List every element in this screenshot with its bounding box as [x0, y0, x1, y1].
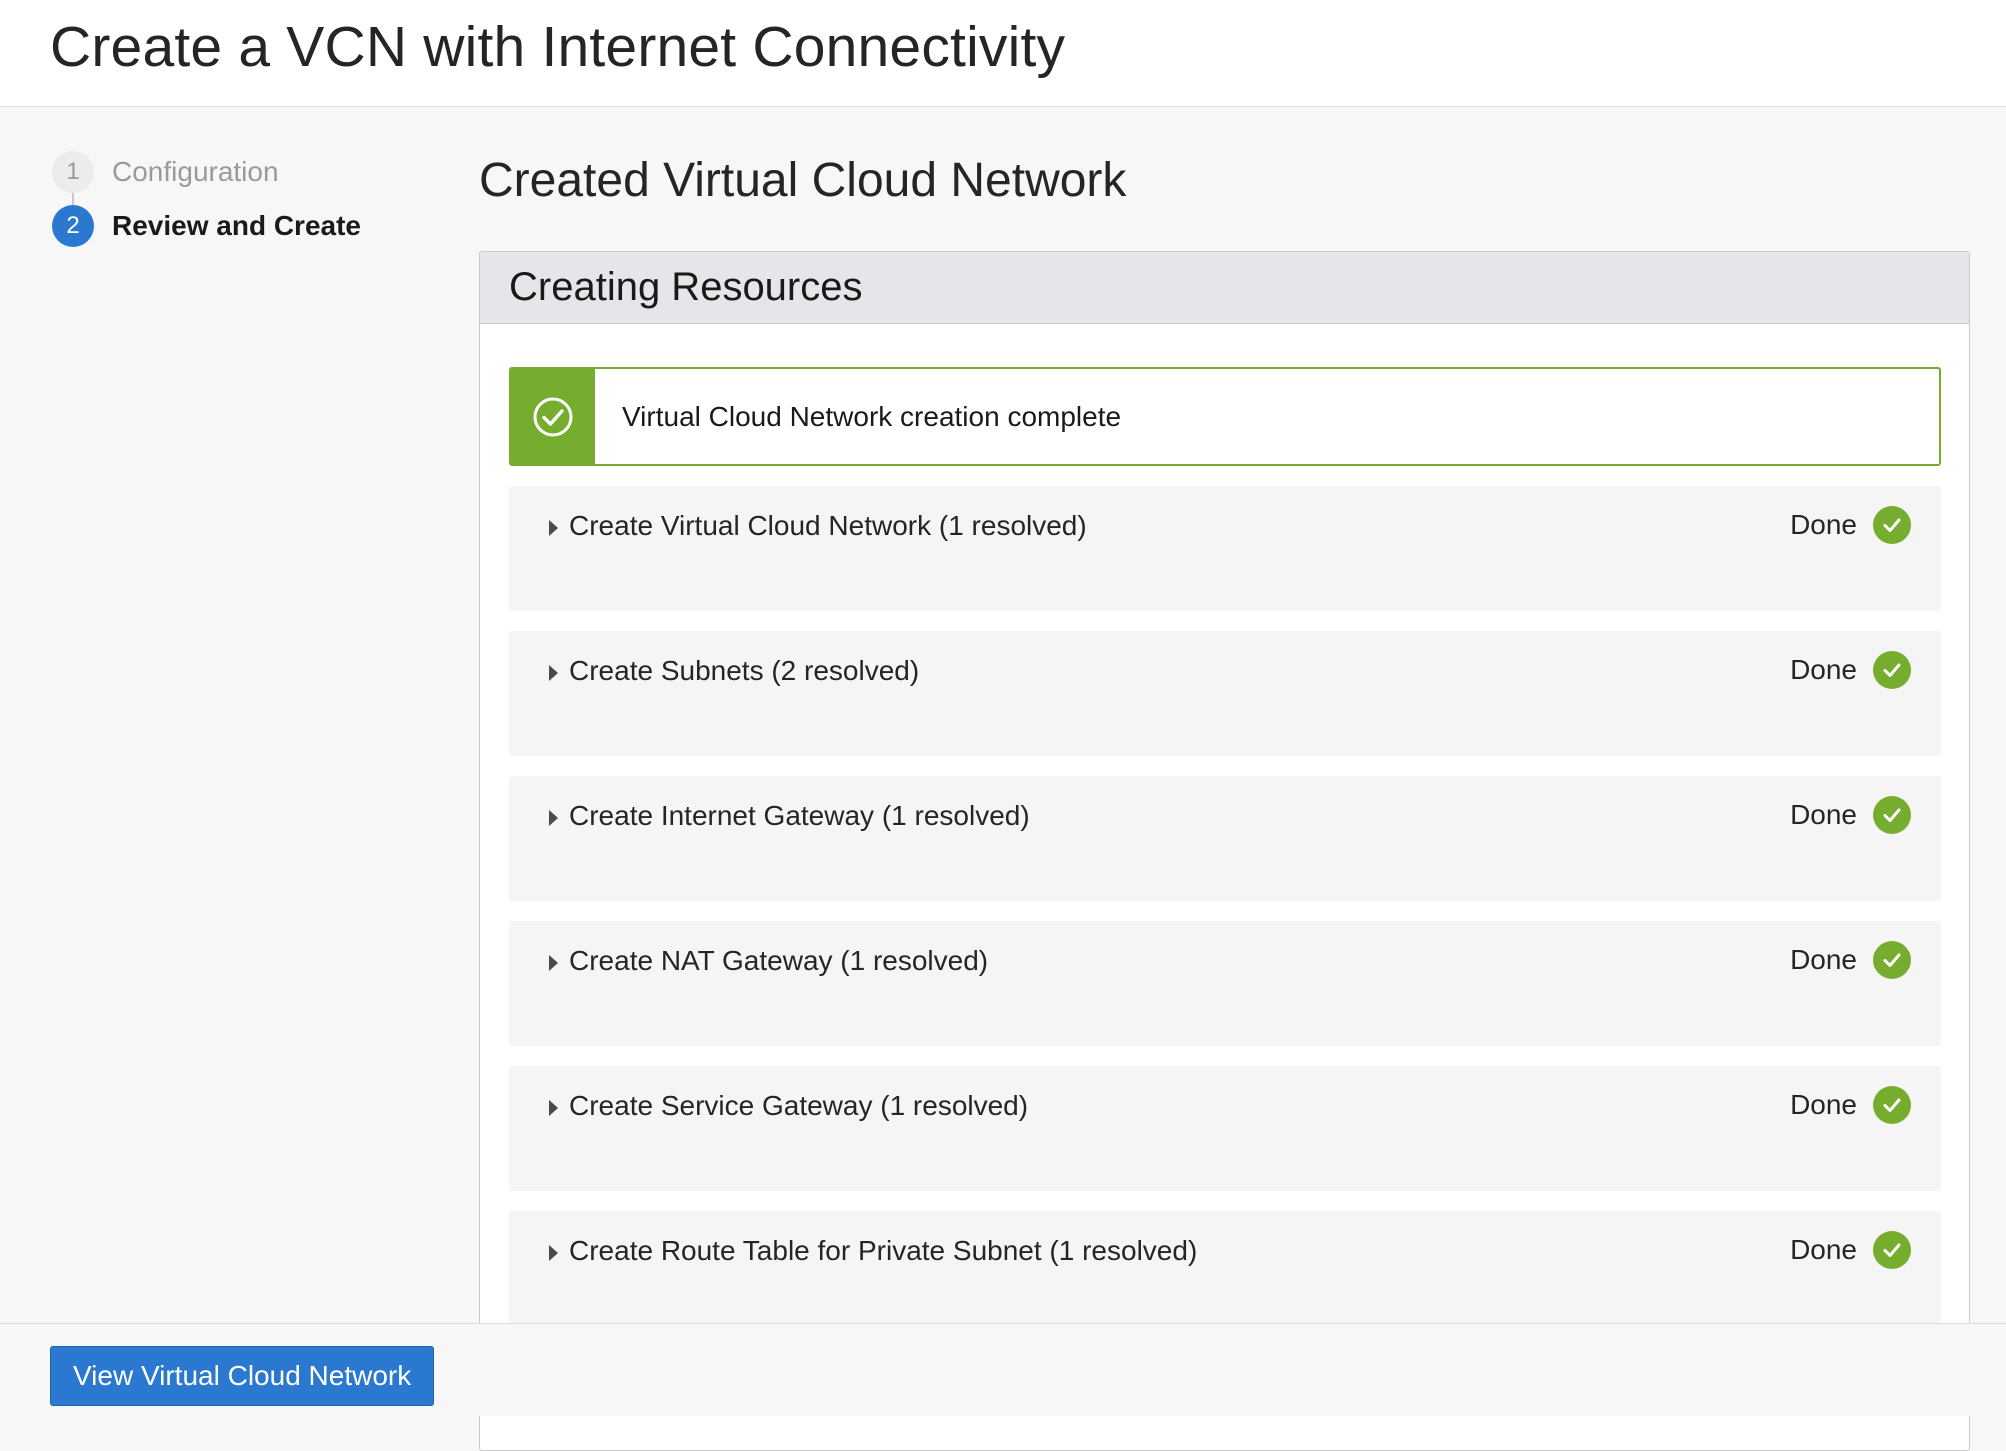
step-label: Configuration [112, 156, 279, 187]
status-text: Done [1790, 1234, 1857, 1265]
page-header: Create a VCN with Internet Connectivity [0, 0, 2006, 107]
task-row[interactable]: Create Subnets (2 resolved) Done [509, 631, 1941, 756]
task-row[interactable]: Create Virtual Cloud Network (1 resolved… [509, 486, 1941, 611]
task-status: Done [1790, 1086, 1911, 1124]
step-number-badge: 1 [52, 151, 94, 193]
creating-resources-panel: Creating Resources Virtual Cloud Network… [479, 251, 1970, 1451]
expand-caret-icon[interactable] [543, 1096, 563, 1120]
page-footer: View Virtual Cloud Network [0, 1323, 2006, 1416]
success-banner: Virtual Cloud Network creation complete [509, 367, 1941, 466]
banner-icon-box [511, 369, 595, 464]
expand-caret-icon[interactable] [543, 516, 563, 540]
status-text: Done [1790, 654, 1857, 685]
task-row[interactable]: Create Route Table for Private Subnet (1… [509, 1211, 1941, 1336]
wizard-stepper: 1 Configuration 2 Review and Create [52, 150, 432, 270]
task-row[interactable]: Create Service Gateway (1 resolved) Done [509, 1066, 1941, 1191]
task-row[interactable]: Create NAT Gateway (1 resolved) Done [509, 921, 1941, 1046]
step-review-and-create[interactable]: 2 Review and Create [52, 204, 361, 248]
task-status: Done [1790, 796, 1911, 834]
task-status: Done [1790, 1231, 1911, 1269]
task-row[interactable]: Create Internet Gateway (1 resolved) Don… [509, 776, 1941, 901]
status-text: Done [1790, 944, 1857, 975]
task-label: Create Virtual Cloud Network (1 resolved… [569, 510, 1087, 541]
check-circle-icon [533, 397, 573, 436]
task-label: Create Route Table for Private Subnet (1… [569, 1235, 1198, 1266]
task-list: Create Virtual Cloud Network (1 resolved… [509, 486, 1941, 1356]
banner-text: Virtual Cloud Network creation complete [622, 400, 1122, 432]
view-virtual-cloud-network-button[interactable]: View Virtual Cloud Network [50, 1346, 435, 1406]
step-configuration[interactable]: 1 Configuration [52, 150, 279, 194]
check-icon [1873, 796, 1911, 834]
step-label: Review and Create [112, 210, 361, 241]
expand-caret-icon[interactable] [543, 1241, 563, 1265]
status-text: Done [1790, 799, 1857, 830]
expand-caret-icon[interactable] [543, 806, 563, 830]
page-title: Create a VCN with Internet Connectivity [50, 15, 1066, 79]
expand-caret-icon[interactable] [543, 661, 563, 685]
check-icon [1873, 506, 1911, 544]
check-icon [1873, 1086, 1911, 1124]
status-text: Done [1790, 1089, 1857, 1120]
task-status: Done [1790, 506, 1911, 544]
status-text: Done [1790, 509, 1857, 540]
task-status: Done [1790, 941, 1911, 979]
expand-caret-icon[interactable] [543, 951, 563, 975]
task-label: Create Subnets (2 resolved) [569, 655, 920, 686]
check-icon [1873, 941, 1911, 979]
task-label: Create Service Gateway (1 resolved) [569, 1090, 1029, 1121]
task-status: Done [1790, 651, 1911, 689]
panel-title: Creating Resources [509, 265, 863, 309]
panel-header: Creating Resources [480, 252, 1969, 324]
task-label: Create NAT Gateway (1 resolved) [569, 945, 989, 976]
section-title: Created Virtual Cloud Network [479, 154, 1127, 207]
step-number-badge: 2 [52, 205, 94, 247]
task-label: Create Internet Gateway (1 resolved) [569, 800, 1030, 831]
check-icon [1873, 651, 1911, 689]
check-icon [1873, 1231, 1911, 1269]
